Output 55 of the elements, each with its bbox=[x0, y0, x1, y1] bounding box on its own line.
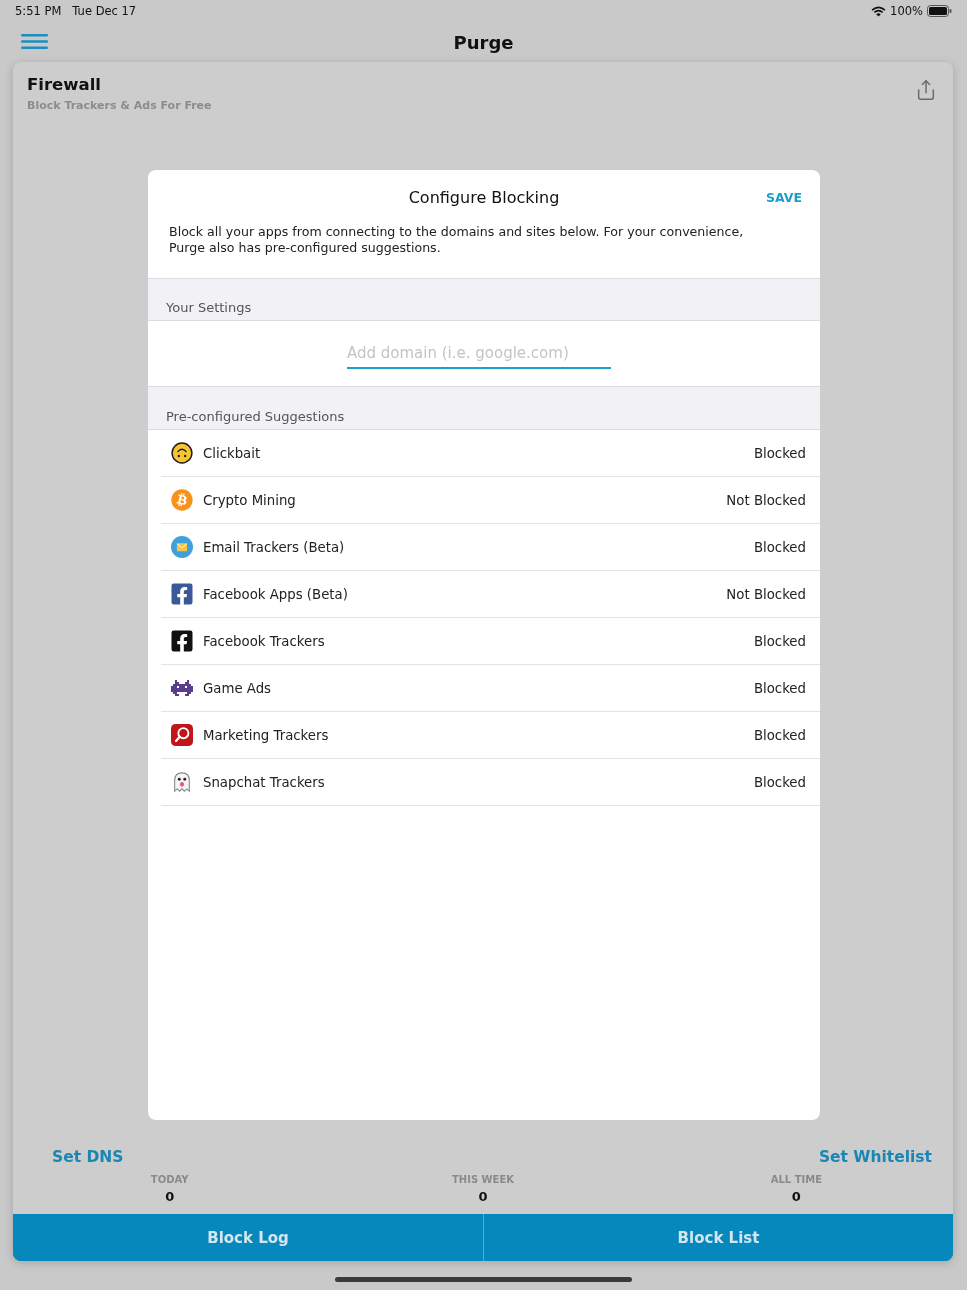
stat-label: TODAY bbox=[150, 1173, 189, 1187]
card-title: Firewall bbox=[27, 74, 102, 96]
suggestion-row[interactable]: Email Trackers (Beta) Blocked bbox=[161, 524, 820, 571]
stat-label: ALL TIME bbox=[770, 1173, 822, 1187]
status-time: 5:51 PM bbox=[15, 4, 62, 18]
menu-icon bbox=[21, 34, 48, 49]
suggestion-status: Not Blocked bbox=[726, 586, 806, 602]
suggestion-row[interactable]: Game Ads Blocked bbox=[161, 665, 820, 712]
suggestion-status: Blocked bbox=[753, 774, 806, 790]
suggestion-status: Blocked bbox=[753, 727, 806, 743]
stat-value: 0 bbox=[478, 1189, 488, 1205]
ghost-icon bbox=[171, 771, 193, 793]
suggestion-name: Facebook Apps (Beta) bbox=[203, 586, 348, 602]
share-button[interactable] bbox=[915, 77, 937, 103]
suggestion-row[interactable]: Marketing Trackers Blocked bbox=[161, 712, 820, 759]
stat-value: 0 bbox=[791, 1189, 801, 1205]
suggestion-status: Not Blocked bbox=[726, 492, 806, 508]
battery-percentage: 100% bbox=[890, 4, 923, 18]
suggestion-status: Blocked bbox=[753, 633, 806, 649]
share-icon bbox=[915, 79, 937, 101]
suggestion-name: Clickbait bbox=[203, 445, 261, 461]
suggestion-row[interactable]: Facebook Trackers Blocked bbox=[161, 618, 820, 665]
suggestion-row[interactable]: Snapchat Trackers Blocked bbox=[161, 759, 820, 806]
nav-title: Purge bbox=[453, 31, 514, 53]
suggestion-name: Facebook Trackers bbox=[203, 633, 325, 649]
stat-value: 0 bbox=[165, 1189, 175, 1205]
section-heading: Pre-configured Suggestions bbox=[166, 408, 346, 426]
wifi-icon bbox=[871, 5, 887, 17]
status-date: Tue Dec 17 bbox=[72, 4, 137, 18]
suggestion-status: Blocked bbox=[753, 445, 806, 461]
facebook-icon bbox=[171, 630, 193, 652]
suggestion-name: Game Ads bbox=[203, 680, 272, 696]
suggestion-name: Marketing Trackers bbox=[203, 727, 329, 743]
coin-icon bbox=[171, 489, 193, 511]
battery-icon bbox=[927, 5, 952, 17]
upside-down-face-icon bbox=[171, 442, 193, 464]
suggestion-name: Snapchat Trackers bbox=[203, 774, 325, 790]
envelope-icon bbox=[171, 536, 193, 558]
stat-label: THIS WEEK bbox=[451, 1173, 514, 1187]
facebook-icon bbox=[171, 583, 193, 605]
search-icon bbox=[171, 724, 193, 746]
card-subtitle: Block Trackers & Ads For Free bbox=[27, 98, 212, 114]
dialog-title: Configure Blocking bbox=[408, 187, 560, 209]
section-heading: Your Settings bbox=[166, 299, 253, 317]
suggestion-name: Email Trackers (Beta) bbox=[203, 539, 345, 555]
suggestion-name: Crypto Mining bbox=[203, 492, 296, 508]
suggestion-row[interactable]: Clickbait Blocked bbox=[161, 430, 820, 477]
suggestion-row[interactable]: Crypto Mining Not Blocked bbox=[161, 477, 820, 524]
domain-input-field[interactable]: Add domain (i.e. google.com) bbox=[347, 338, 611, 369]
dialog-description: Block all your apps from connecting to the domains and sites below. For your convenience, Purge also has pre-configured suggestions. bbox=[169, 224, 745, 256]
suggestion-status: Blocked bbox=[753, 539, 806, 555]
menu-button[interactable] bbox=[21, 34, 48, 49]
alien-icon bbox=[171, 677, 193, 699]
suggestion-status: Blocked bbox=[753, 680, 806, 696]
suggestion-row[interactable]: Facebook Apps (Beta) Not Blocked bbox=[161, 571, 820, 618]
